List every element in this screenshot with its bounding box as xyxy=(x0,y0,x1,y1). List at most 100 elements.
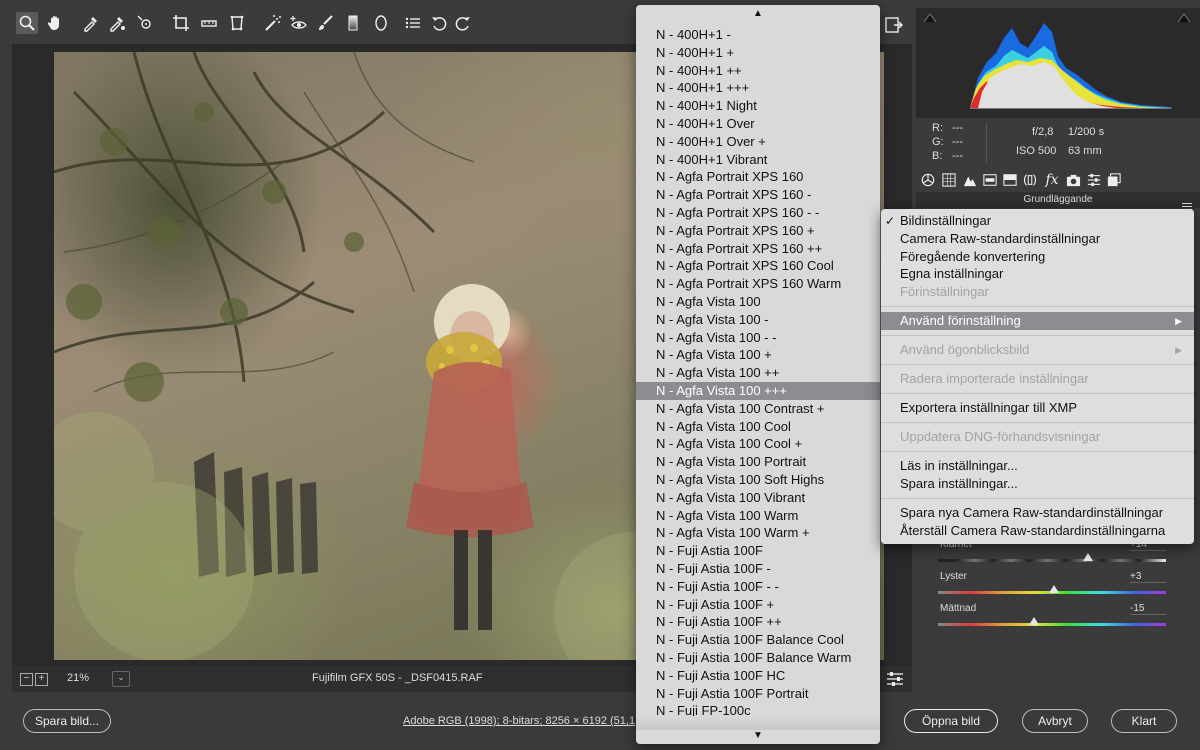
camera-calibration-tab-icon[interactable] xyxy=(1065,172,1081,188)
menu-item-apply-preset[interactable]: Använd förinställning ▶ xyxy=(881,312,1194,330)
effects-tab-icon[interactable]: fx xyxy=(1044,172,1060,188)
slider-track[interactable] xyxy=(938,623,1166,626)
open-image-button[interactable]: Öppna bild xyxy=(904,709,998,733)
preset-item[interactable]: N - Agfa Vista 100 Cool + xyxy=(636,435,880,453)
menu-item-export-xmp[interactable]: Exportera inställningar till XMP xyxy=(881,399,1194,417)
fullscreen-toggle-icon[interactable] xyxy=(884,15,904,35)
preset-item[interactable]: N - Fuji Astia 100F HC xyxy=(636,667,880,685)
preset-item[interactable]: N - Agfa Portrait XPS 160 Cool xyxy=(636,257,880,275)
preset-item[interactable]: N - Agfa Vista 100 Vibrant xyxy=(636,489,880,507)
preset-item[interactable]: N - 400H+1 +++ xyxy=(636,79,880,97)
preset-item[interactable]: N - 400H+1 Night xyxy=(636,97,880,115)
basic-panel-tab-icon[interactable] xyxy=(920,172,936,188)
preset-item[interactable]: N - Agfa Portrait XPS 160 Warm xyxy=(636,275,880,293)
white-balance-eyedropper-icon[interactable] xyxy=(80,12,102,34)
done-button[interactable]: Klart xyxy=(1111,709,1177,733)
menu-item-save-new-defaults[interactable]: Spara nya Camera Raw-standardinställning… xyxy=(881,504,1194,522)
preset-item[interactable]: N - Fuji Astia 100F Balance Warm xyxy=(636,649,880,667)
r-value: --- xyxy=(952,122,963,134)
preset-item[interactable]: N - 400H+1 ++ xyxy=(636,62,880,80)
preset-item[interactable]: N - Agfa Vista 100 +++ xyxy=(636,382,880,400)
workflow-options-link[interactable]: Adobe RGB (1998); 8-bitars; 8256 × 6192 … xyxy=(403,715,635,727)
tone-curve-tab-icon[interactable] xyxy=(941,172,957,188)
preset-item[interactable]: N - Agfa Vista 100 - - xyxy=(636,329,880,347)
zoom-tool-icon[interactable] xyxy=(16,12,38,34)
menu-item-image-settings[interactable]: ✓ Bildinställningar xyxy=(881,212,1194,230)
preset-item[interactable]: N - Fuji Astia 100F Portrait xyxy=(636,685,880,703)
preset-item[interactable]: N - Fuji Astia 100F + xyxy=(636,596,880,614)
slider-value-field[interactable]: -15 xyxy=(1130,603,1166,615)
preset-item[interactable]: N - Agfa Vista 100 + xyxy=(636,346,880,364)
snapshots-tab-icon[interactable] xyxy=(1106,172,1122,188)
scroll-up-arrow[interactable]: ▲ xyxy=(636,7,880,21)
preset-item[interactable]: N - Agfa Vista 100 xyxy=(636,293,880,311)
preset-item[interactable]: N - Fuji Astia 100F Balance Cool xyxy=(636,631,880,649)
rotate-counterclockwise-icon[interactable] xyxy=(428,12,450,34)
preset-item[interactable]: N - Agfa Vista 100 ++ xyxy=(636,364,880,382)
preset-item[interactable]: N - Fuji Astia 100F ++ xyxy=(636,613,880,631)
hsl-tab-icon[interactable] xyxy=(982,172,998,188)
preset-item[interactable]: N - Agfa Vista 100 Warm + xyxy=(636,524,880,542)
preset-item[interactable]: N - Agfa Portrait XPS 160 - - xyxy=(636,204,880,222)
preset-item[interactable]: N - Agfa Portrait XPS 160 xyxy=(636,168,880,186)
menu-item-previous-conversion[interactable]: Föregående konvertering xyxy=(881,248,1194,266)
preset-item[interactable]: N - 400H+1 Vibrant xyxy=(636,151,880,169)
radial-filter-icon[interactable] xyxy=(370,12,392,34)
detail-tab-icon[interactable] xyxy=(962,172,978,188)
crop-tool-icon[interactable] xyxy=(170,12,192,34)
preset-item[interactable]: N - Agfa Vista 100 Cool xyxy=(636,418,880,436)
preset-item[interactable]: N - Agfa Portrait XPS 160 - xyxy=(636,186,880,204)
preset-item[interactable]: N - Fuji Astia 100F - xyxy=(636,560,880,578)
adjustment-brush-icon[interactable] xyxy=(314,12,336,34)
open-preferences-list-icon[interactable] xyxy=(402,12,424,34)
preset-item[interactable]: N - Agfa Vista 100 Contrast + xyxy=(636,400,880,418)
preset-item[interactable]: N - Agfa Vista 100 - xyxy=(636,311,880,329)
menu-separator xyxy=(881,364,1194,365)
zoom-dropdown[interactable]: ⌄ xyxy=(112,671,130,687)
zoom-out-button[interactable]: − xyxy=(20,673,33,686)
preset-item[interactable]: N - 400H+1 - xyxy=(636,26,880,44)
menu-item-save-settings[interactable]: Spara inställningar... xyxy=(881,475,1194,493)
red-eye-removal-icon[interactable] xyxy=(288,12,310,34)
preset-item[interactable]: N - Fuji Astia 100F - - xyxy=(636,578,880,596)
slider-thumb[interactable] xyxy=(1049,585,1060,593)
targeted-adjustment-icon[interactable] xyxy=(134,12,156,34)
toggle-settings-icon[interactable] xyxy=(886,671,904,687)
scroll-down-arrow[interactable]: ▼ xyxy=(636,729,880,743)
menu-separator xyxy=(881,306,1194,307)
menu-item-custom-settings[interactable]: Egna inställningar xyxy=(881,265,1194,283)
preset-item[interactable]: N - Agfa Vista 100 Soft Highs xyxy=(636,471,880,489)
menu-item-load-settings[interactable]: Läs in inställningar... xyxy=(881,457,1194,475)
zoom-in-button[interactable]: + xyxy=(35,673,48,686)
menu-item-reset-defaults[interactable]: Återställ Camera Raw-standardinställning… xyxy=(881,522,1194,540)
slider-value-field[interactable]: +3 xyxy=(1130,571,1166,583)
presets-tab-icon[interactable] xyxy=(1086,172,1102,188)
preset-item[interactable]: N - 400H+1 Over + xyxy=(636,133,880,151)
spot-removal-icon[interactable] xyxy=(262,12,284,34)
rotate-clockwise-icon[interactable] xyxy=(452,12,474,34)
menu-item-camera-raw-defaults[interactable]: Camera Raw-standardinställningar xyxy=(881,230,1194,248)
slider-track[interactable] xyxy=(938,559,1166,562)
menu-item-label: Föregående konvertering xyxy=(900,249,1046,264)
preset-item[interactable]: N - Fuji Astia 100F xyxy=(636,542,880,560)
hand-tool-icon[interactable] xyxy=(44,12,66,34)
preset-item[interactable]: N - Agfa Vista 100 Portrait xyxy=(636,453,880,471)
preset-item[interactable]: N - 400H+1 Over xyxy=(636,115,880,133)
panel-menu-icon[interactable] xyxy=(1182,197,1192,210)
save-image-button[interactable]: Spara bild... xyxy=(23,709,111,733)
transform-tool-icon[interactable] xyxy=(226,12,248,34)
preset-item[interactable]: N - 400H+1 + xyxy=(636,44,880,62)
lens-corrections-tab-icon[interactable] xyxy=(1022,172,1038,188)
cancel-button[interactable]: Avbryt xyxy=(1022,709,1088,733)
preset-item[interactable]: N - Agfa Vista 100 Warm xyxy=(636,507,880,525)
slider-thumb[interactable] xyxy=(1083,553,1094,561)
straighten-tool-icon[interactable] xyxy=(198,12,220,34)
preset-item[interactable]: N - Agfa Portrait XPS 160 + xyxy=(636,222,880,240)
split-toning-tab-icon[interactable] xyxy=(1002,172,1018,188)
graduated-filter-icon[interactable] xyxy=(342,12,364,34)
color-sampler-icon[interactable] xyxy=(106,12,128,34)
menu-item-label: Radera importerade inställningar xyxy=(900,371,1089,386)
settings-context-menu: ✓ Bildinställningar Camera Raw-standardi… xyxy=(881,209,1194,544)
slider-thumb[interactable] xyxy=(1028,617,1039,625)
preset-item[interactable]: N - Agfa Portrait XPS 160 ++ xyxy=(636,240,880,258)
